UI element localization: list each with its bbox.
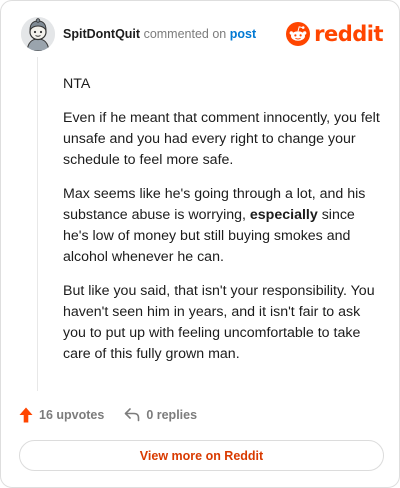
comment-body: NTA Even if he meant that comment innoce… — [63, 74, 381, 378]
comment-paragraph: But like you said, that isn't your respo… — [63, 283, 375, 362]
comment-meta: SpitDontQuit commented on post — [63, 26, 256, 42]
comment-actions: 16 upvotes 0 replies — [19, 405, 197, 425]
replies-button[interactable]: 0 replies — [124, 408, 197, 422]
action-text: commented on — [143, 27, 227, 41]
comment-embed-card: SpitDontQuit commented on post reddit NT… — [0, 0, 400, 488]
upvote-button[interactable]: 16 upvotes — [19, 407, 104, 423]
upvote-count: 16 upvotes — [39, 408, 105, 422]
reply-arrow-icon — [125, 408, 140, 422]
reddit-logo-icon — [286, 22, 311, 46]
reddit-brand[interactable]: reddit — [286, 21, 383, 47]
upvote-arrow-icon — [19, 407, 33, 423]
comment-header: SpitDontQuit commented on post reddit — [21, 17, 383, 51]
comment-paragraph: NTA — [63, 76, 91, 92]
reply-count: 0 replies — [146, 408, 198, 422]
avatar-icon[interactable] — [21, 17, 55, 51]
username-link[interactable]: SpitDontQuit — [63, 27, 140, 41]
comment-bold-text: especially — [249, 207, 318, 223]
reddit-wordmark: reddit — [314, 22, 383, 46]
thread-line — [37, 57, 38, 391]
post-link[interactable]: post — [230, 27, 256, 41]
view-more-button[interactable]: View more on Reddit — [19, 440, 384, 471]
comment-paragraph: Even if he meant that comment innocently… — [63, 110, 380, 168]
comment-paragraph: Max seems like he's going through a lot,… — [63, 184, 381, 268]
